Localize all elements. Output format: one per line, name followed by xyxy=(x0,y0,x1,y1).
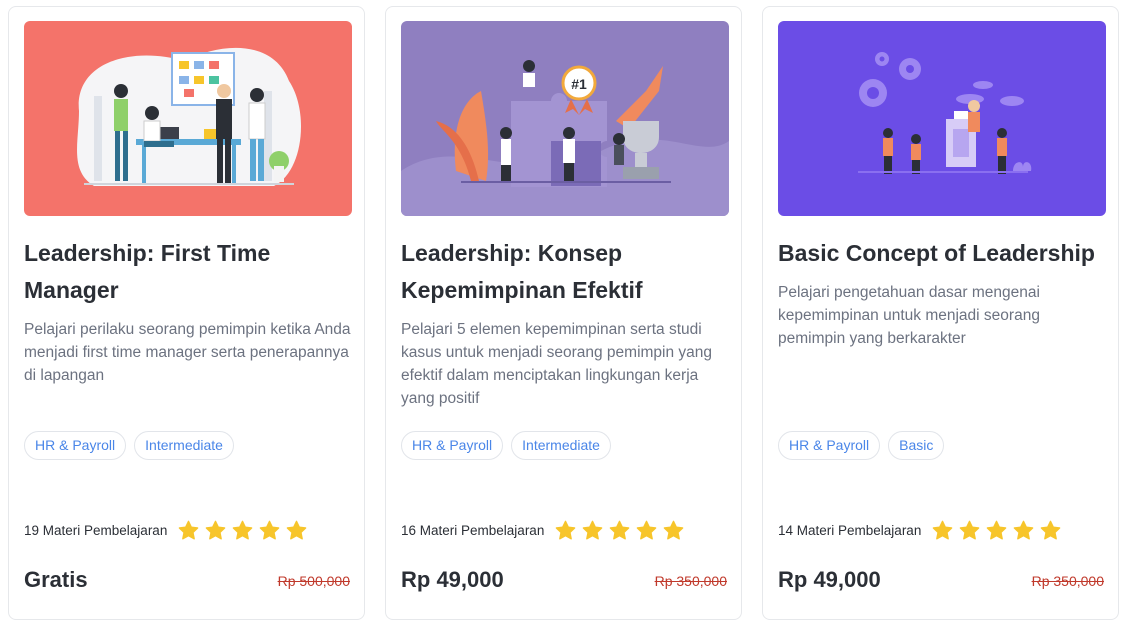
course-description: Pelajari perilaku seorang pemimpin ketik… xyxy=(24,321,351,384)
star-icon xyxy=(610,520,630,540)
star-icon xyxy=(664,520,684,540)
star-icon xyxy=(1041,520,1061,540)
tag-level[interactable]: Intermediate xyxy=(134,431,234,460)
rank-badge: #1 xyxy=(571,76,587,92)
tag-list: HR & Payroll Intermediate xyxy=(401,431,611,460)
course-title[interactable]: Leadership: First Time Manager xyxy=(24,235,354,309)
tag-level[interactable]: Basic xyxy=(888,431,945,460)
tag-list: HR & Payroll Basic xyxy=(778,431,945,460)
star-icon xyxy=(179,520,199,540)
star-icon xyxy=(206,520,226,540)
course-description: Pelajari 5 elemen kepemimpinan serta stu… xyxy=(401,321,713,407)
speaker-podium-illustration xyxy=(778,21,1106,216)
star-icon xyxy=(933,520,953,540)
course-meta: 19 Materi Pembelajaran xyxy=(24,519,308,542)
tag-list: HR & Payroll Intermediate xyxy=(24,431,234,460)
star-icon xyxy=(260,520,280,540)
star-icon xyxy=(960,520,980,540)
course-price: Gratis xyxy=(24,567,88,592)
tag-level[interactable]: Intermediate xyxy=(511,431,611,460)
rating-stars xyxy=(177,519,308,542)
puzzle-trophy-illustration: #1 xyxy=(401,21,729,216)
team-meeting-illustration xyxy=(24,21,352,216)
course-thumbnail[interactable] xyxy=(24,21,352,216)
star-icon xyxy=(556,520,576,540)
star-icon xyxy=(583,520,603,540)
course-old-price: Rp 350,000 xyxy=(654,573,727,589)
materi-count: 14 Materi Pembelajaran xyxy=(778,523,922,538)
rating-stars xyxy=(931,519,1062,542)
course-card[interactable]: Leadership: First Time Manager Pelajari … xyxy=(8,6,365,620)
star-icon xyxy=(1014,520,1034,540)
tag-category[interactable]: HR & Payroll xyxy=(778,431,881,460)
rating-stars xyxy=(554,519,685,542)
materi-count: 19 Materi Pembelajaran xyxy=(24,523,168,538)
course-card[interactable]: #1 Leadership: Konsep Kepemimpinan Efekt… xyxy=(385,6,742,620)
course-price: Rp 49,000 xyxy=(401,567,504,592)
star-icon xyxy=(637,520,657,540)
course-card[interactable]: Basic Concept of Leadership Pelajari pen… xyxy=(762,6,1119,620)
course-thumbnail[interactable] xyxy=(778,21,1106,216)
star-icon xyxy=(287,520,307,540)
course-old-price: Rp 350,000 xyxy=(1031,573,1104,589)
star-icon xyxy=(233,520,253,540)
course-old-price: Rp 500,000 xyxy=(277,573,350,589)
tag-category[interactable]: HR & Payroll xyxy=(24,431,127,460)
course-thumbnail[interactable]: #1 xyxy=(401,21,729,216)
tag-category[interactable]: HR & Payroll xyxy=(401,431,504,460)
course-meta: 16 Materi Pembelajaran xyxy=(401,519,685,542)
course-title[interactable]: Leadership: Konsep Kepemimpinan Efektif xyxy=(401,235,731,309)
course-meta: 14 Materi Pembelajaran xyxy=(778,519,1062,542)
star-icon xyxy=(987,520,1007,540)
course-description: Pelajari pengetahuan dasar mengenai kepe… xyxy=(778,284,1040,347)
materi-count: 16 Materi Pembelajaran xyxy=(401,523,545,538)
course-title[interactable]: Basic Concept of Leadership xyxy=(778,235,1108,272)
course-price: Rp 49,000 xyxy=(778,567,881,592)
